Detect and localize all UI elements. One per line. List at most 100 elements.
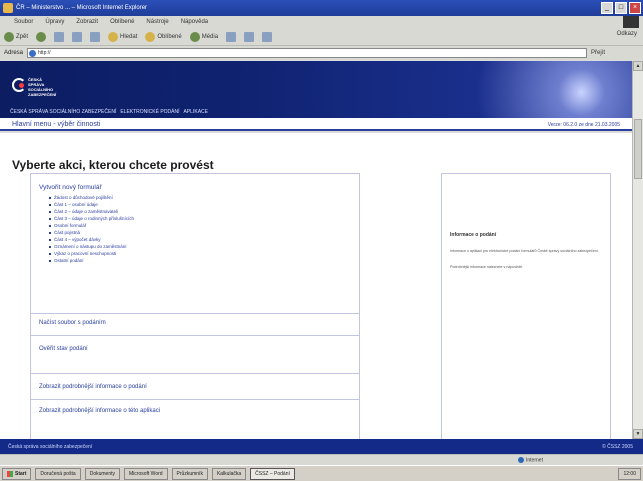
logo-dot-icon bbox=[19, 83, 24, 88]
version-info: Verze: 06.2.0 ze dne 21.03.2005 bbox=[547, 122, 620, 128]
security-zone: Internet bbox=[518, 457, 543, 463]
list-item[interactable]: Část pojistná bbox=[49, 229, 359, 236]
footer-right[interactable]: © ČSSZ 2005 bbox=[602, 444, 633, 450]
list-item[interactable]: Výkaz o pracovní neschopnosti bbox=[49, 250, 359, 257]
section-check-status: Ověřit stav podání bbox=[31, 336, 359, 374]
site-banner: ČESKÁ SPRÁVA SOCIÁLNÍHO ZABEZPEČENÍ ČESK… bbox=[0, 61, 632, 118]
favorites-label: Oblíbené bbox=[157, 33, 182, 40]
history-button[interactable] bbox=[226, 31, 237, 42]
taskbar-item[interactable]: Dokumenty bbox=[84, 467, 121, 480]
status-bar: Internet bbox=[0, 454, 643, 465]
menu-nastroje[interactable]: Nástroje bbox=[146, 19, 168, 25]
links-label[interactable]: Odkazy bbox=[617, 31, 637, 37]
minimize-button[interactable]: _ bbox=[601, 2, 613, 14]
forward-button[interactable] bbox=[36, 31, 47, 42]
system-tray-clock[interactable]: 12:00 bbox=[618, 468, 641, 480]
toolbar: Zpět Hledat Oblíbené Média Odkazy bbox=[0, 28, 643, 46]
footer-left: Česká správa sociálního zabezpečení bbox=[8, 444, 93, 450]
address-bar: Adresa http:// Přejít bbox=[0, 46, 643, 60]
windows-logo-icon bbox=[623, 16, 639, 28]
search-button[interactable]: Hledat bbox=[108, 31, 138, 42]
taskbar-item[interactable]: Doručená pošta bbox=[35, 467, 81, 480]
list-item[interactable]: Ostatní podání bbox=[49, 257, 359, 264]
media-label: Média bbox=[201, 33, 219, 40]
more-info-submission-link[interactable]: Zobrazit podrobnější informace o podání bbox=[39, 384, 359, 390]
page-title: Vyberte akci, kterou chcete provést bbox=[12, 158, 214, 172]
menu-oblibene[interactable]: Oblíbené bbox=[110, 19, 134, 25]
favorites-button[interactable]: Oblíbené bbox=[145, 31, 182, 42]
taskbar-item[interactable]: Průzkumník bbox=[171, 467, 208, 480]
nav-link-podani[interactable]: ELEKTRONICKÉ PODÁNÍ bbox=[120, 109, 179, 115]
back-arrow-icon bbox=[4, 31, 14, 42]
form-list: Žádost o důchodové pojištění Část 1 – os… bbox=[49, 194, 359, 264]
menu-napoveda[interactable]: Nápověda bbox=[181, 19, 208, 25]
go-button[interactable]: Přejít bbox=[591, 50, 605, 56]
logo-text: ČESKÁ SPRÁVA SOCIÁLNÍHO ZABEZPEČENÍ bbox=[28, 77, 57, 97]
search-icon bbox=[108, 31, 119, 42]
history-icon bbox=[226, 31, 237, 42]
taskbar-item[interactable]: Microsoft Word bbox=[124, 467, 168, 480]
more-info-app-link[interactable]: Zobrazit podrobnější informace o této ap… bbox=[39, 408, 359, 414]
mail-button[interactable] bbox=[244, 31, 255, 42]
load-file-link[interactable]: Načíst soubor s podáním bbox=[39, 320, 359, 326]
address-input[interactable]: http:// bbox=[27, 48, 588, 58]
scroll-up-icon[interactable]: ▲ bbox=[633, 61, 643, 71]
print-button[interactable] bbox=[262, 31, 273, 42]
nav-link-cssz[interactable]: ČESKÁ SPRÁVA SOCIÁLNÍHO ZABEZPEČENÍ bbox=[10, 109, 116, 115]
list-item[interactable]: Část 3 – údaje o rodinných příslušnících bbox=[49, 215, 359, 222]
print-icon bbox=[262, 31, 273, 42]
taskbar-item-active[interactable]: ČSSZ – Podání bbox=[250, 467, 295, 480]
list-item[interactable]: Žádost o důchodové pojištění bbox=[49, 194, 359, 201]
ie-icon bbox=[3, 3, 13, 13]
list-item[interactable]: Oznámení o nástupu do zaměstnání bbox=[49, 243, 359, 250]
stop-button[interactable] bbox=[54, 31, 65, 42]
window-titlebar: ČR – Ministerstvo ... – Microsoft Intern… bbox=[0, 0, 643, 16]
back-label: Zpět bbox=[16, 33, 29, 40]
maximize-button[interactable]: □ bbox=[615, 2, 627, 14]
forward-arrow-icon bbox=[36, 31, 47, 42]
breadcrumb[interactable]: Hlavní menu - výběr činnosti bbox=[12, 121, 100, 128]
info-sidebar: Informace o podání Informace o aplikaci … bbox=[441, 173, 611, 439]
home-button[interactable] bbox=[90, 31, 101, 42]
globe-icon bbox=[518, 457, 524, 463]
home-icon bbox=[90, 31, 101, 42]
page-icon bbox=[29, 50, 37, 57]
media-icon bbox=[189, 31, 200, 42]
menu-zobrazit[interactable]: Zobrazit bbox=[76, 19, 98, 25]
section-more-info-submission: Zobrazit podrobnější informace o podání bbox=[31, 374, 359, 400]
star-icon bbox=[145, 31, 156, 42]
page-footer: Česká správa sociálního zabezpečení © ČS… bbox=[0, 439, 643, 454]
address-label: Adresa bbox=[4, 50, 24, 56]
media-button[interactable]: Média bbox=[189, 31, 219, 42]
scroll-thumb[interactable] bbox=[634, 119, 642, 179]
menu-soubor[interactable]: Soubor bbox=[14, 19, 33, 25]
nav-link-aplikace[interactable]: APLIKACE bbox=[184, 109, 208, 115]
zone-label: Internet bbox=[526, 457, 543, 464]
top-nav: ČESKÁ SPRÁVA SOCIÁLNÍHO ZABEZPEČENÍ ELEK… bbox=[10, 109, 208, 115]
cssz-logo[interactable]: ČESKÁ SPRÁVA SOCIÁLNÍHO ZABEZPEČENÍ bbox=[12, 75, 56, 99]
back-button[interactable]: Zpět bbox=[4, 31, 29, 42]
sidebar-paragraph: Podrobnější informace naleznete v nápově… bbox=[450, 265, 524, 269]
list-item[interactable]: Část 4 – výpočet dávky bbox=[49, 236, 359, 243]
section-load-file: Načíst soubor s podáním bbox=[31, 314, 359, 336]
list-item[interactable]: Osobní formulář bbox=[49, 222, 359, 229]
list-item[interactable]: Část 1 – osobní údaje bbox=[49, 201, 359, 208]
menu-upravy[interactable]: Úpravy bbox=[45, 19, 64, 25]
check-status-link[interactable]: Ověřit stav podání bbox=[39, 346, 359, 352]
refresh-button[interactable] bbox=[72, 31, 83, 42]
actions-panel: Vytvořit nový formulář Žádost o důchodov… bbox=[30, 173, 360, 439]
scroll-down-icon[interactable]: ▼ bbox=[633, 429, 643, 439]
section-more-info-app: Zobrazit podrobnější informace o této ap… bbox=[31, 400, 359, 426]
window-title: ČR – Ministerstvo ... – Microsoft Intern… bbox=[16, 5, 148, 11]
start-button[interactable]: Start bbox=[2, 467, 32, 480]
search-label: Hledat bbox=[120, 33, 138, 40]
vertical-scrollbar[interactable]: ▲ ▼ bbox=[632, 61, 643, 439]
start-label: Start bbox=[15, 470, 27, 477]
taskbar-item[interactable]: Kalkulačka bbox=[211, 467, 247, 480]
address-url: http:// bbox=[38, 50, 51, 56]
close-button[interactable]: × bbox=[629, 2, 641, 14]
list-item[interactable]: Část 2 – údaje o zaměstnavateli bbox=[49, 208, 359, 215]
sidebar-paragraph: Informace o aplikaci pro elektronické po… bbox=[450, 249, 599, 253]
taskbar: Start Doručená pošta Dokumenty Microsoft… bbox=[0, 465, 643, 481]
new-form-link[interactable]: Vytvořit nový formulář bbox=[39, 184, 359, 191]
